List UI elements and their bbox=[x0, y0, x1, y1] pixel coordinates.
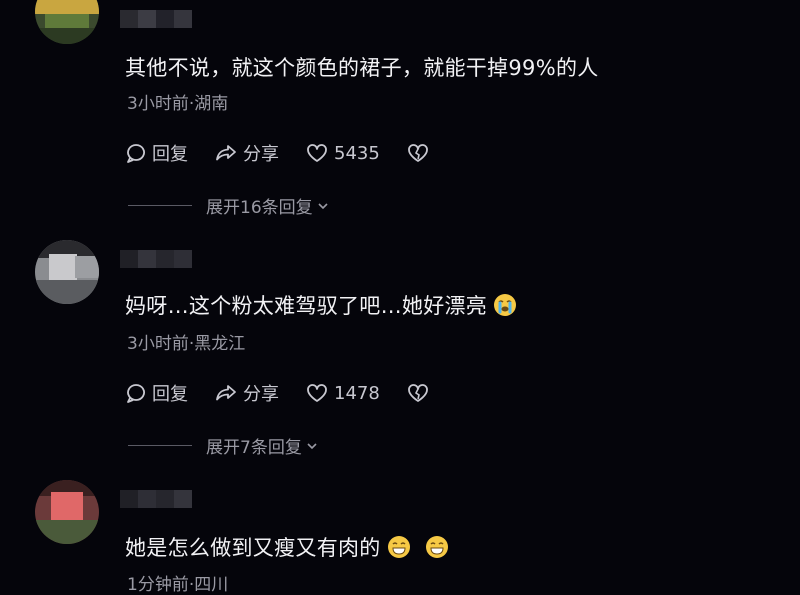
dislike-button[interactable] bbox=[406, 142, 435, 164]
comment-bubble-icon bbox=[127, 144, 145, 163]
username[interactable] bbox=[120, 250, 192, 272]
comment-meta: 1分钟前·四川 bbox=[127, 575, 229, 595]
username[interactable] bbox=[120, 10, 192, 32]
comment-meta: 3小时前·黑龙江 bbox=[127, 334, 246, 354]
heart-icon bbox=[307, 384, 327, 402]
like-button[interactable]: 5435 bbox=[305, 142, 380, 164]
reply-button[interactable]: 回复 bbox=[125, 380, 188, 406]
heart-icon bbox=[307, 144, 327, 162]
avatar[interactable] bbox=[35, 240, 99, 304]
comment-actions: 回复 分享 5435 bbox=[125, 140, 461, 166]
username[interactable] bbox=[120, 490, 192, 512]
reply-label: 回复 bbox=[152, 384, 188, 405]
grinning-face-emoji bbox=[387, 536, 410, 558]
comment-text-content: 妈呀…这个粉太难驾驭了吧…她好漂亮 bbox=[125, 294, 488, 318]
share-label: 分享 bbox=[243, 144, 279, 165]
broken-heart-icon bbox=[407, 384, 428, 402]
share-arrow-icon bbox=[216, 385, 236, 401]
comment-text-content: 她是怎么做到又瘦又有肉的 bbox=[125, 536, 381, 560]
expand-replies-button[interactable]: 展开7条回复 bbox=[128, 433, 319, 458]
dislike-button[interactable] bbox=[406, 382, 435, 404]
comment-meta: 3小时前·湖南 bbox=[127, 94, 229, 114]
reply-button[interactable]: 回复 bbox=[125, 140, 188, 166]
chevron-down-icon bbox=[318, 202, 328, 209]
share-label: 分享 bbox=[243, 384, 279, 405]
comment-text: 其他不说，就这个颜色的裙子，就能干掉99%的人 bbox=[125, 56, 599, 80]
share-arrow-icon bbox=[216, 145, 236, 161]
broken-heart-icon bbox=[407, 144, 428, 162]
share-button[interactable]: 分享 bbox=[214, 380, 279, 406]
divider bbox=[128, 205, 192, 206]
divider bbox=[128, 445, 192, 446]
crying-face-emoji bbox=[494, 294, 517, 316]
share-button[interactable]: 分享 bbox=[214, 140, 279, 166]
like-count: 5435 bbox=[334, 142, 380, 164]
grinning-face-emoji bbox=[425, 536, 448, 558]
avatar[interactable] bbox=[35, 480, 99, 544]
reply-label: 回复 bbox=[152, 144, 188, 165]
comment-actions: 回复 分享 1478 bbox=[125, 380, 461, 406]
comment-text: 她是怎么做到又瘦又有肉的 bbox=[125, 532, 449, 562]
comment-bubble-icon bbox=[127, 384, 145, 403]
chevron-down-icon bbox=[307, 442, 317, 449]
expand-replies-label: 展开16条回复 bbox=[206, 198, 313, 218]
like-button[interactable]: 1478 bbox=[305, 382, 380, 404]
avatar[interactable] bbox=[35, 0, 99, 44]
expand-replies-label: 展开7条回复 bbox=[206, 438, 302, 458]
expand-replies-button[interactable]: 展开16条回复 bbox=[128, 193, 330, 218]
like-count: 1478 bbox=[334, 382, 380, 404]
comment-text: 妈呀…这个粉太难驾驭了吧…她好漂亮 bbox=[125, 290, 517, 320]
